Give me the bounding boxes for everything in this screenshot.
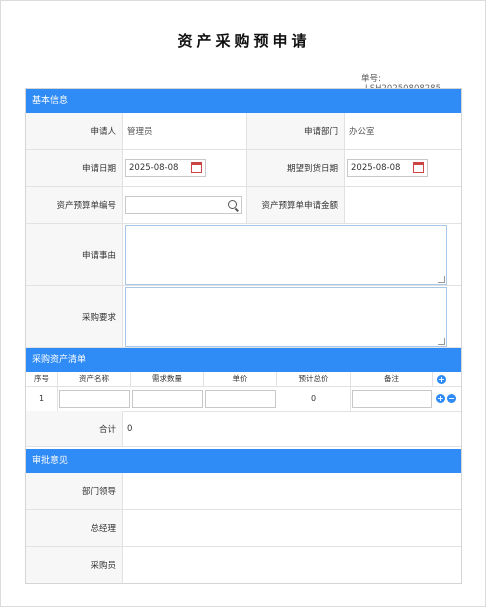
- col-name: 资产名称: [58, 372, 131, 386]
- apply-date-cell: 2025-08-08: [123, 150, 247, 187]
- calendar-icon[interactable]: [191, 162, 202, 173]
- resize-handle-icon[interactable]: [438, 276, 445, 283]
- page-title: 资产采购预申请: [177, 32, 311, 50]
- add-row-icon[interactable]: +: [437, 375, 446, 384]
- budget-no-input[interactable]: [125, 196, 242, 214]
- section-approval: 审批意见: [26, 449, 461, 473]
- gm-label: 总经理: [26, 510, 123, 547]
- applicant-value: 管理员: [123, 113, 247, 150]
- table-row: 1 0 + −: [26, 387, 461, 412]
- section-asset-list: 采购资产清单: [26, 348, 461, 372]
- row-index: 1: [26, 387, 58, 411]
- budget-amount-label: 资产预算单申请金额: [247, 187, 345, 224]
- note-input[interactable]: [352, 390, 432, 408]
- add-row-icon[interactable]: +: [436, 394, 445, 403]
- qty-input[interactable]: [132, 390, 203, 408]
- calendar-icon[interactable]: [413, 162, 424, 173]
- dept-leader-label: 部门领导: [26, 473, 123, 510]
- sum-value: 0: [123, 411, 461, 447]
- row-total: 0: [277, 387, 351, 411]
- apply-date-text: 2025-08-08: [129, 163, 179, 173]
- requirement-label: 采购要求: [26, 286, 123, 348]
- section-basic-info: 基本信息: [26, 89, 461, 113]
- col-note: 备注: [351, 372, 433, 386]
- dept-value: 办公室: [345, 113, 461, 150]
- form-page: 资产采购预申请 单号: LSH20250808285 基本信息 申请人 管理员 …: [0, 0, 486, 607]
- reason-label: 申请事由: [26, 224, 123, 286]
- gm-opinion: [123, 510, 461, 547]
- applicant-label: 申请人: [26, 113, 123, 150]
- sum-label: 合计: [26, 411, 123, 447]
- dept-leader-opinion: [123, 473, 461, 510]
- serial-label: 单号:: [360, 74, 381, 84]
- apply-date-label: 申请日期: [26, 150, 123, 187]
- requirement-cell: [123, 286, 461, 348]
- col-price: 单价: [204, 372, 277, 386]
- price-input[interactable]: [205, 390, 276, 408]
- expect-date-input[interactable]: 2025-08-08: [347, 159, 428, 177]
- expect-date-label: 期望到货日期: [247, 150, 345, 187]
- form-frame: 基本信息 申请人 管理员 申请部门 办公室 申请日期 2025-08-08 期望…: [25, 88, 462, 584]
- remove-row-icon[interactable]: −: [447, 394, 456, 403]
- col-qty: 需求数量: [131, 372, 204, 386]
- reason-textarea[interactable]: [125, 225, 447, 285]
- expect-date-cell: 2025-08-08: [345, 150, 461, 187]
- apply-date-input[interactable]: 2025-08-08: [125, 159, 206, 177]
- asset-name-input[interactable]: [59, 390, 130, 408]
- budget-amount-value: [345, 187, 461, 224]
- budget-no-label: 资产预算单编号: [26, 187, 123, 224]
- list-header-row: 序号 资产名称 需求数量 单价 预计总价 备注 +: [26, 372, 461, 387]
- purchaser-label: 采购员: [26, 547, 123, 583]
- col-index: 序号: [26, 372, 58, 386]
- expect-date-text: 2025-08-08: [351, 163, 401, 173]
- dept-label: 申请部门: [247, 113, 345, 150]
- purchaser-opinion: [123, 547, 461, 583]
- budget-no-cell: [123, 187, 247, 224]
- resize-handle-icon[interactable]: [438, 338, 445, 345]
- requirement-textarea[interactable]: [125, 287, 447, 347]
- col-total: 预计总价: [277, 372, 351, 386]
- reason-cell: [123, 224, 461, 286]
- search-icon[interactable]: [228, 200, 237, 209]
